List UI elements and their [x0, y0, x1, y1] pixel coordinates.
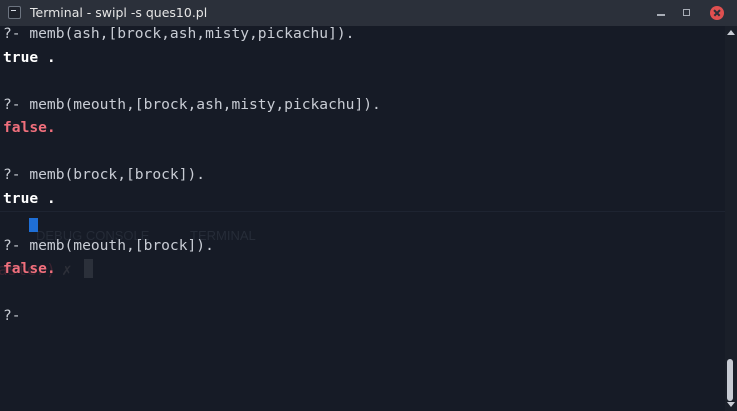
text-cursor: [29, 218, 38, 232]
line-text: ?- memb(meouth,[brock]).: [3, 237, 214, 254]
output-line: false.: [3, 260, 56, 277]
prompt-line[interactable]: ?-: [3, 307, 29, 324]
line-text: ?- memb(ash,[brock,ash,misty,pickachu]).: [3, 25, 355, 42]
output-line: ?- memb(ash,[brock,ash,misty,pickachu]).: [3, 25, 354, 42]
scrollbar-thumb[interactable]: [727, 359, 733, 401]
minimize-icon[interactable]: [654, 6, 668, 20]
scroll-up-icon[interactable]: [727, 30, 735, 35]
title-bar[interactable]: Terminal - swipl -s ques10.pl: [0, 0, 737, 26]
output-line: ?- memb(meouth,[brock,ash,misty,pickachu…: [3, 96, 381, 113]
terminal-window: Terminal - swipl -s ques10.pl DEBUG CONS…: [0, 0, 737, 411]
window-title: Terminal - swipl -s ques10.pl: [30, 5, 208, 20]
ghost-divider: [0, 211, 725, 212]
scroll-down-icon[interactable]: [727, 402, 735, 407]
terminal-output[interactable]: DEBUG CONSOLE TERMINAL aster) ✗ ?- memb(…: [0, 25, 725, 411]
line-text: ?- memb(brock,[brock]).: [3, 166, 206, 183]
output-line: true .: [3, 190, 56, 207]
line-text: ?-: [3, 307, 30, 324]
line-text: true .: [3, 190, 56, 207]
line-text: ?- memb(meouth,[brock,ash,misty,pickachu…: [3, 96, 381, 113]
line-text: true .: [3, 49, 56, 66]
terminal-icon: [8, 6, 21, 19]
output-line: false.: [3, 119, 56, 136]
ghost-cursor: [84, 259, 93, 278]
output-line: ?- memb(meouth,[brock]).: [3, 237, 214, 254]
maximize-icon[interactable]: [680, 6, 694, 20]
line-text: false.: [3, 260, 56, 277]
ghost-x-mark: ✗: [62, 260, 72, 279]
scrollbar[interactable]: [725, 26, 737, 411]
output-line: ?- memb(brock,[brock]).: [3, 166, 205, 183]
close-icon[interactable]: [710, 6, 724, 20]
line-text: false.: [3, 119, 56, 136]
output-line: true .: [3, 49, 56, 66]
